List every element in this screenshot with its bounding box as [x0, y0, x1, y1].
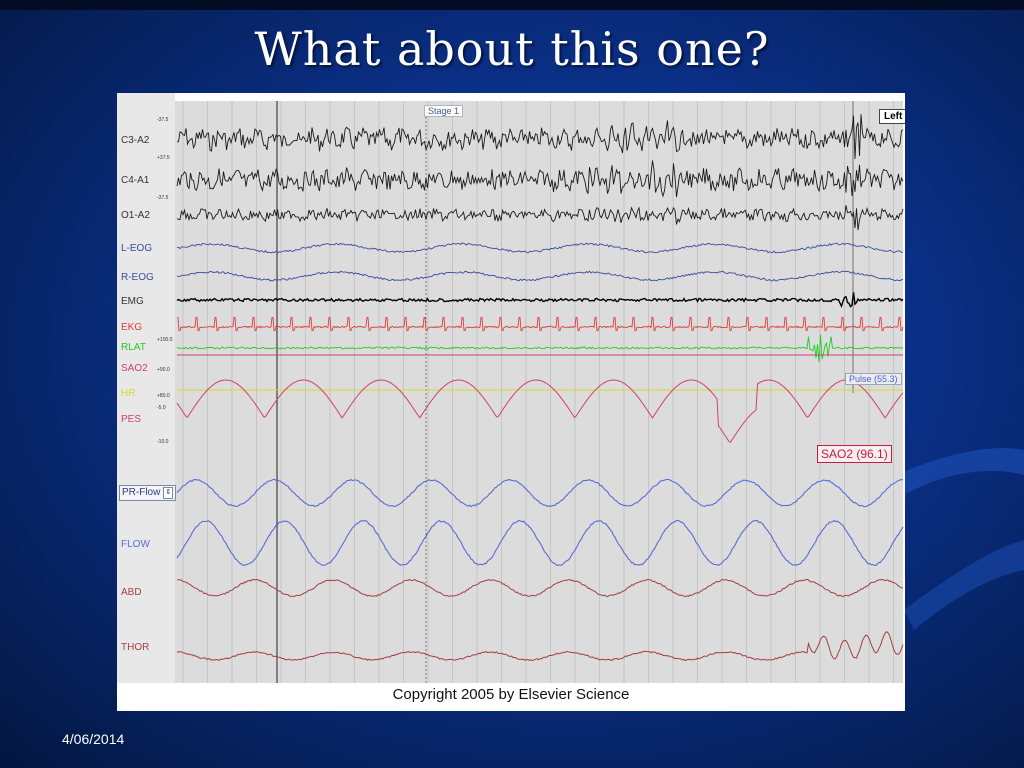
channel-label-c3-a2: C3-A2: [121, 135, 150, 146]
channel-label-l-eog: L-EOG: [121, 243, 153, 254]
sao2-label: SAO2 (96.1): [817, 445, 892, 463]
channel-selector-label: PR-Flow: [122, 487, 161, 498]
scale-mark: +90.0: [157, 367, 170, 373]
scale-mark: +100.0: [157, 337, 173, 343]
polysomnogram-plot: [117, 93, 905, 683]
scale-mark: +80.0: [157, 393, 170, 399]
top-bar: [0, 0, 1024, 10]
channel-label-o1-a2: O1-A2: [121, 210, 150, 221]
stage-label: Stage 1: [424, 105, 464, 117]
slide-title: What about this one?: [254, 22, 770, 76]
channel-label-sao2: SAO2: [121, 363, 148, 374]
channel-label-abd: ABD: [121, 587, 142, 598]
channel-label-c4-a1: C4-A1: [121, 175, 150, 186]
scale-mark: -10.0: [157, 439, 169, 445]
pulse-label: Pulse (55.3): [845, 373, 902, 385]
channel-label-ekg: EKG: [121, 322, 143, 333]
copyright-text: Copyright 2005 by Elsevier Science: [117, 683, 905, 711]
channel-label-flow: FLOW: [121, 539, 150, 550]
dropdown-arrow-icon[interactable]: ⇕: [163, 487, 174, 499]
channel-label-hr: HR: [121, 388, 136, 399]
channel-label-r-eog: R-EOG: [121, 272, 154, 283]
scale-mark: -5.0: [157, 405, 166, 411]
slide-date: 4/06/2014: [62, 731, 125, 747]
scale-mark: -37.5: [157, 195, 169, 201]
channel-label-rlat: RLAT: [121, 342, 146, 353]
scale-mark: +37.5: [157, 155, 170, 161]
left-label: Left: [879, 109, 905, 124]
decorative-swoosh: [884, 448, 1024, 630]
channel-label-emg: EMG: [121, 296, 144, 307]
channel-label-pes: PES: [121, 414, 142, 425]
polysomnogram-figure: Stage 1 Left Pulse (55.3) SAO2 (96.1) PR…: [117, 93, 905, 711]
channel-label-thor: THOR: [121, 642, 150, 653]
scale-mark: -37.5: [157, 117, 169, 123]
channel-selector[interactable]: PR-Flow ⇕: [119, 485, 177, 501]
